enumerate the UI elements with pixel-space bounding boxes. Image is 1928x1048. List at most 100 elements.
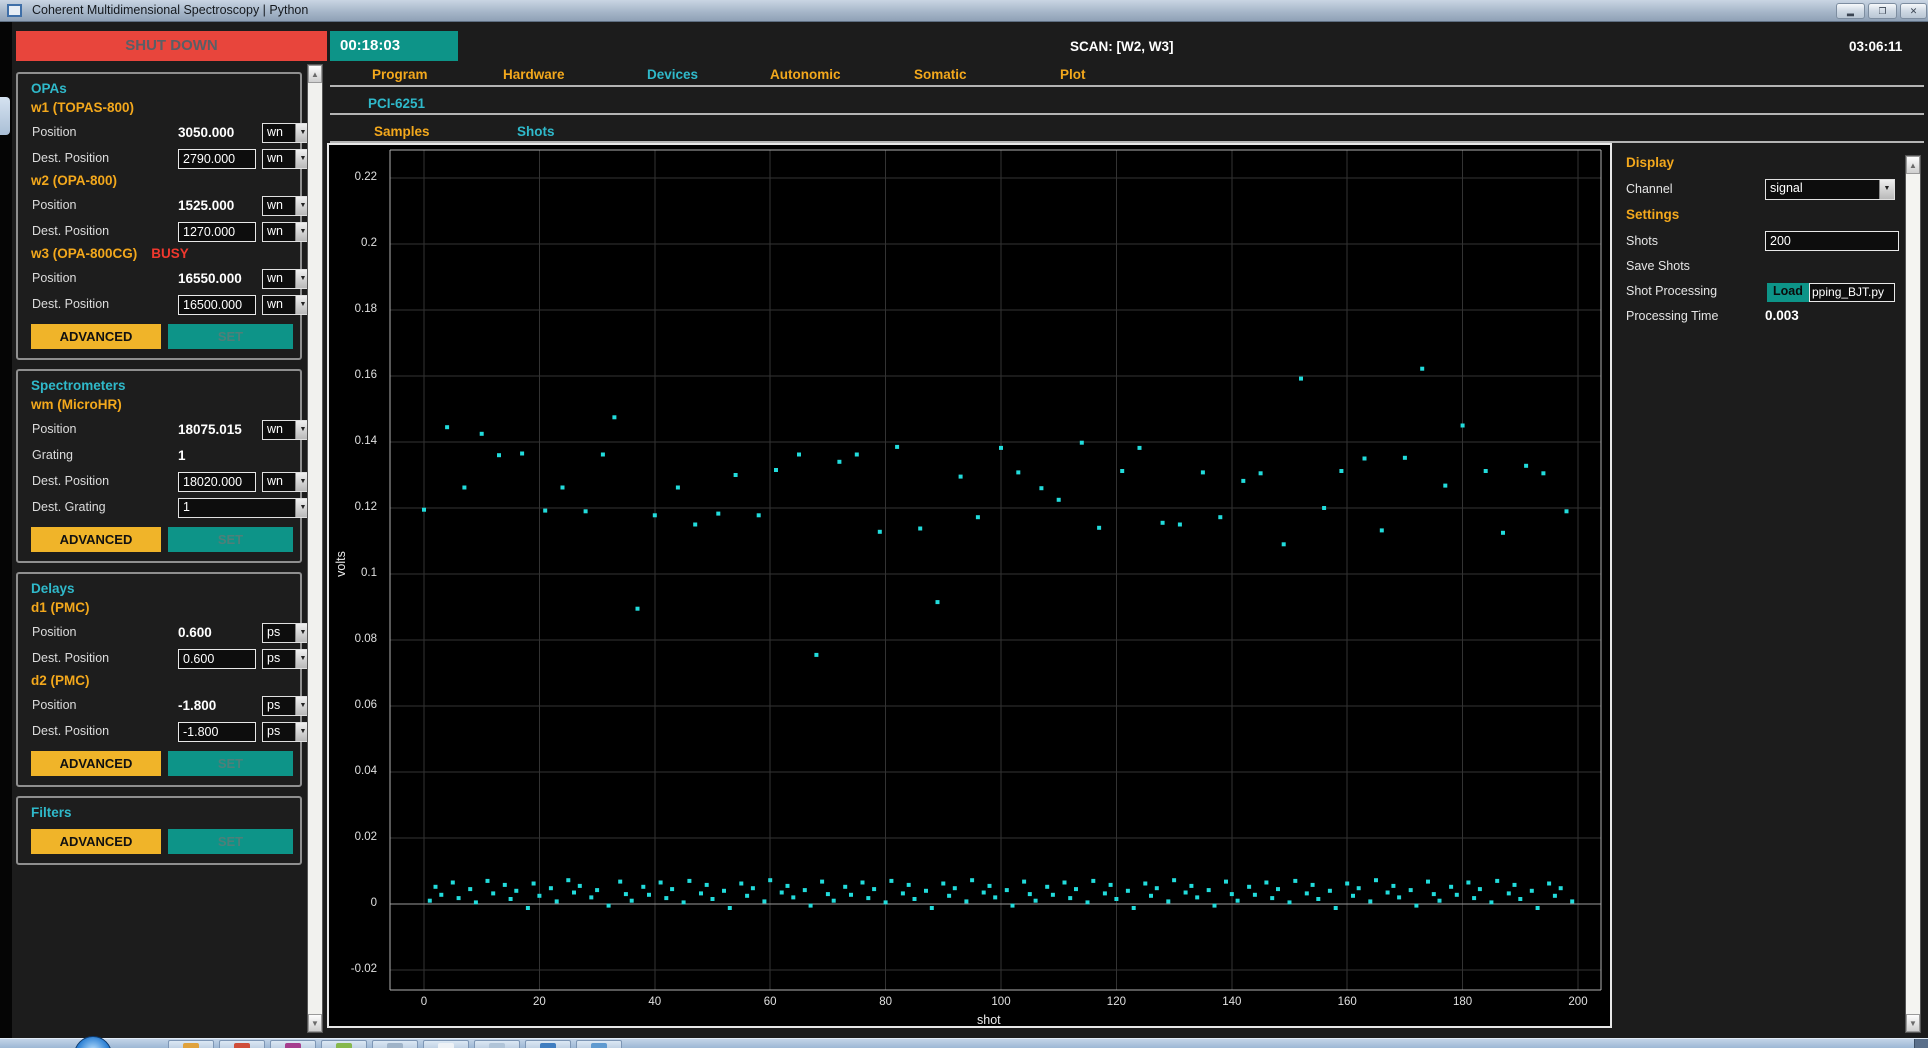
tab-pci-6251[interactable]: PCI-6251 bbox=[368, 96, 425, 111]
shots-input[interactable] bbox=[1765, 231, 1899, 251]
tab-shots[interactable]: Shots bbox=[517, 124, 555, 139]
tab-somatic[interactable]: Somatic bbox=[914, 67, 967, 82]
taskbar-app-button[interactable] bbox=[270, 1040, 316, 1048]
taskbar-app-button[interactable] bbox=[525, 1040, 571, 1048]
destination-input[interactable] bbox=[178, 295, 256, 315]
destination-input[interactable] bbox=[178, 149, 256, 169]
shots-label: Shots bbox=[1626, 234, 1658, 248]
data-point bbox=[497, 453, 501, 458]
left-scrollbar[interactable]: ▲ ▼ bbox=[307, 64, 323, 1033]
set-button[interactable]: SET bbox=[168, 527, 293, 552]
device-rule bbox=[330, 113, 1924, 115]
row-value: -1.800 bbox=[178, 698, 217, 713]
right-scrollbar[interactable]: ▲ ▼ bbox=[1905, 155, 1921, 1033]
restore-button[interactable]: ❐ bbox=[1868, 3, 1897, 19]
tab-autonomic[interactable]: Autonomic bbox=[770, 67, 841, 82]
scroll-down-icon[interactable]: ▼ bbox=[308, 1014, 322, 1032]
data-point bbox=[445, 425, 450, 430]
destination-input[interactable] bbox=[178, 722, 256, 742]
data-point bbox=[1027, 892, 1032, 897]
channel-select[interactable]: signal ▼ bbox=[1765, 179, 1895, 200]
taskbar-app-button[interactable] bbox=[372, 1040, 418, 1048]
data-point bbox=[502, 882, 507, 887]
chevron-down-icon[interactable]: ▼ bbox=[1879, 180, 1894, 199]
destination-input[interactable] bbox=[178, 222, 256, 242]
data-point bbox=[820, 879, 825, 884]
scroll-up-icon[interactable]: ▲ bbox=[1906, 156, 1920, 174]
set-button[interactable]: SET bbox=[168, 324, 293, 349]
data-point bbox=[1033, 898, 1038, 903]
scan-status: SCAN: [W2, W3] bbox=[1070, 39, 1174, 54]
advanced-button[interactable]: ADVANCED bbox=[31, 829, 161, 854]
tab-devices[interactable]: Devices bbox=[647, 67, 698, 82]
show-desktop-button[interactable] bbox=[1914, 1039, 1928, 1048]
taskbar-app-button[interactable] bbox=[423, 1040, 469, 1048]
data-point bbox=[1252, 892, 1257, 897]
taskbar-app-button[interactable] bbox=[474, 1040, 520, 1048]
advanced-button[interactable]: ADVANCED bbox=[31, 751, 161, 776]
data-point bbox=[456, 896, 461, 901]
units-select[interactable]: wn ▼ bbox=[262, 295, 311, 315]
destination-input[interactable] bbox=[178, 472, 256, 492]
units-select[interactable]: wn ▼ bbox=[262, 222, 311, 242]
unit-value: ps bbox=[267, 651, 281, 665]
tab-program[interactable]: Program bbox=[372, 67, 428, 82]
x-tick-label: 20 bbox=[532, 996, 546, 1008]
system-clock: 03:06:11 bbox=[1849, 39, 1903, 54]
x-tick-label: 200 bbox=[1568, 996, 1588, 1008]
minimize-button[interactable]: ▂ bbox=[1836, 3, 1865, 19]
data-point bbox=[1247, 884, 1252, 889]
data-point bbox=[1564, 509, 1569, 514]
data-point bbox=[854, 452, 859, 457]
taskbar-app-button[interactable] bbox=[321, 1040, 367, 1048]
processing-script-field[interactable]: pping_BJT.py bbox=[1809, 283, 1895, 302]
device-row-position: Position 1525.000 wn ▼ bbox=[31, 194, 311, 220]
data-point bbox=[791, 895, 796, 900]
data-point bbox=[952, 886, 957, 891]
destination-input[interactable] bbox=[178, 649, 256, 669]
data-point bbox=[1241, 478, 1246, 483]
scroll-down-icon[interactable]: ▼ bbox=[1906, 1014, 1920, 1032]
tab-plot[interactable]: Plot bbox=[1060, 67, 1086, 82]
close-button[interactable]: ✕ bbox=[1900, 3, 1927, 19]
units-select[interactable]: wn ▼ bbox=[262, 149, 311, 169]
grating-select[interactable]: 1 ▼ bbox=[178, 498, 311, 518]
data-point bbox=[687, 878, 692, 883]
taskbar-app-button[interactable] bbox=[168, 1040, 214, 1048]
set-button[interactable]: SET bbox=[168, 751, 293, 776]
advanced-button[interactable]: ADVANCED bbox=[31, 527, 161, 552]
data-point bbox=[716, 511, 721, 516]
taskbar-app-button[interactable] bbox=[576, 1040, 622, 1048]
units-select[interactable]: wn ▼ bbox=[262, 196, 311, 216]
load-script-button[interactable]: Load bbox=[1767, 283, 1809, 302]
units-select[interactable]: wn ▼ bbox=[262, 420, 311, 440]
device-name: wm (MicroHR) bbox=[31, 397, 294, 418]
advanced-button[interactable]: ADVANCED bbox=[31, 324, 161, 349]
device-row-position: Position 3050.000 wn ▼ bbox=[31, 121, 311, 147]
taskbar-app-button[interactable] bbox=[219, 1040, 265, 1048]
data-point bbox=[699, 891, 703, 896]
units-select[interactable]: ps ▼ bbox=[262, 696, 311, 716]
units-select[interactable]: ps ▼ bbox=[262, 623, 311, 643]
scroll-up-icon[interactable]: ▲ bbox=[308, 65, 322, 83]
data-point bbox=[941, 881, 946, 886]
data-point bbox=[566, 878, 571, 883]
tab-samples[interactable]: Samples bbox=[374, 124, 430, 139]
scatter-canvas bbox=[389, 149, 1602, 991]
units-select[interactable]: ps ▼ bbox=[262, 649, 311, 669]
set-button[interactable]: SET bbox=[168, 829, 293, 854]
tab-hardware[interactable]: Hardware bbox=[503, 67, 565, 82]
units-select[interactable]: wn ▼ bbox=[262, 269, 311, 289]
device-name: w3 (OPA-800CG) BUSY bbox=[31, 246, 294, 267]
data-point bbox=[1518, 897, 1523, 901]
data-point bbox=[987, 883, 992, 888]
data-point bbox=[1391, 883, 1396, 888]
units-select[interactable]: wn ▼ bbox=[262, 123, 311, 143]
data-point bbox=[1489, 900, 1494, 905]
device-name: w1 (TOPAS-800) bbox=[31, 100, 294, 121]
units-select[interactable]: ps ▼ bbox=[262, 722, 311, 742]
data-point bbox=[1074, 887, 1078, 892]
data-point bbox=[1108, 882, 1113, 887]
units-select[interactable]: wn ▼ bbox=[262, 472, 311, 492]
shutdown-button[interactable]: SHUT DOWN bbox=[16, 31, 327, 61]
